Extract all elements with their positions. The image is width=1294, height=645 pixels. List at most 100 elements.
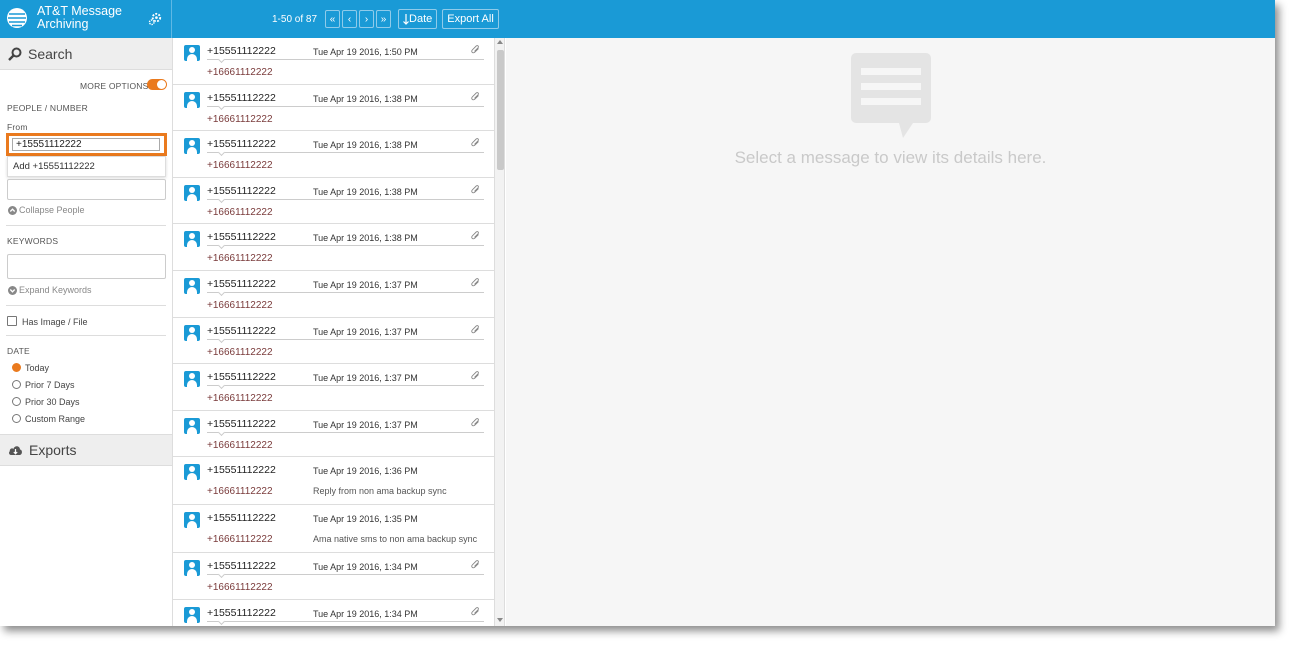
paperclip-icon: [471, 138, 479, 147]
paperclip-icon: [471, 325, 479, 334]
app-window: AT&T Message Archiving 1-50 of 87 « ‹ › …: [0, 0, 1275, 626]
message-date: Tue Apr 19 2016, 1:50 PM: [313, 47, 418, 57]
divider: [6, 335, 166, 336]
message-divider: [207, 432, 484, 433]
next-page-button[interactable]: ›: [359, 10, 375, 28]
message-divider: [207, 152, 484, 153]
people-label: PEOPLE / NUMBER: [7, 103, 88, 113]
pager: 1-50 of 87 « ‹ › » Date Export All: [272, 0, 499, 38]
scroll-thumb[interactable]: [497, 50, 504, 170]
contact-avatar-icon: [184, 418, 200, 434]
message-row[interactable]: +15551112222 Tue Apr 19 2016, 1:50 PM +166…: [173, 38, 494, 85]
exports-title: Exports: [29, 442, 77, 458]
sort-date-label: Date: [409, 13, 433, 25]
message-row[interactable]: +15551112222 Tue Apr 19 2016, 1:37 PM +166…: [173, 364, 494, 411]
first-page-button[interactable]: «: [325, 10, 341, 28]
expand-keywords-link[interactable]: Expand Keywords: [8, 285, 92, 295]
message-date: Tue Apr 19 2016, 1:37 PM: [313, 373, 418, 383]
gear-icon[interactable]: [148, 11, 163, 26]
from-input-wrapper: +15551112222: [6, 133, 167, 156]
contact-avatar-icon: [184, 512, 200, 528]
message-from: +15551112222: [207, 92, 276, 104]
message-divider: [207, 621, 484, 622]
export-all-button[interactable]: Export All: [442, 9, 499, 29]
bubble-notch: [217, 617, 226, 626]
has-file-label: Has Image / File: [22, 317, 88, 327]
contact-avatar-icon: [184, 607, 200, 623]
more-options-toggle[interactable]: [147, 79, 167, 90]
message-to: +16661112222: [207, 160, 273, 171]
message-date: Tue Apr 19 2016, 1:37 PM: [313, 280, 418, 290]
search-title: Search: [28, 45, 73, 62]
last-page-button[interactable]: »: [376, 10, 392, 28]
bubble-notch: [217, 428, 226, 437]
message-row[interactable]: +15551112222 Tue Apr 19 2016, 1:38 PM +166…: [173, 178, 494, 224]
paperclip-icon: [471, 45, 479, 54]
message-row[interactable]: +15551112222 Tue Apr 19 2016, 1:37 PM +166…: [173, 271, 494, 318]
keywords-input[interactable]: [7, 254, 166, 279]
message-date: Tue Apr 19 2016, 1:37 PM: [313, 420, 418, 430]
message-row[interactable]: +15551112222 Tue Apr 19 2016, 1:34 PM +166…: [173, 553, 494, 600]
message-date: Tue Apr 19 2016, 1:34 PM: [313, 609, 418, 619]
from-input[interactable]: +15551112222: [12, 138, 160, 151]
date-7days-radio[interactable]: [12, 380, 21, 389]
contact-avatar-icon: [184, 138, 200, 154]
message-rows: +15551112222 Tue Apr 19 2016, 1:50 PM +166…: [173, 38, 504, 626]
divider: [6, 305, 166, 306]
exports-section-header[interactable]: Exports: [0, 434, 172, 466]
message-from: +15551112222: [207, 512, 276, 524]
cloud-download-icon: [9, 446, 22, 455]
message-to: +16661112222: [207, 207, 273, 218]
message-row[interactable]: +15551112222 Tue Apr 19 2016, 1:37 PM +166…: [173, 318, 494, 364]
keywords-label: KEYWORDS: [7, 236, 59, 246]
bubble-notch: [217, 148, 226, 157]
paperclip-icon: [471, 92, 479, 101]
add-suggestion[interactable]: Add +15551112222: [13, 161, 95, 172]
collapse-people-link[interactable]: Collapse People: [8, 205, 85, 215]
message-to: +16661112222: [207, 347, 273, 358]
date-30days-radio[interactable]: [12, 397, 21, 406]
brand: AT&T Message Archiving: [0, 0, 172, 38]
message-to: +16661112222: [207, 393, 273, 404]
date-custom-radio[interactable]: [12, 414, 21, 423]
message-divider: [207, 339, 484, 340]
top-bar: AT&T Message Archiving 1-50 of 87 « ‹ › …: [0, 0, 1275, 38]
message-row[interactable]: +15551112222 Tue Apr 19 2016, 1:36 PM +166…: [173, 457, 494, 505]
contact-avatar-icon: [184, 185, 200, 201]
to-input[interactable]: [7, 179, 166, 200]
contact-avatar-icon: [184, 371, 200, 387]
message-from: +15551112222: [207, 464, 276, 476]
message-preview: Ama native sms to non ama backup sync: [313, 534, 478, 544]
message-date: Tue Apr 19 2016, 1:38 PM: [313, 140, 418, 150]
detail-hint: Select a message to view its details her…: [734, 148, 1047, 167]
message-row[interactable]: +15551112222 Tue Apr 19 2016, 1:38 PM +166…: [173, 85, 494, 131]
bubble-notch: [217, 288, 226, 297]
message-from: +15551112222: [207, 325, 276, 337]
message-to: +16661112222: [207, 440, 273, 451]
bubble-notch: [217, 335, 226, 344]
prev-page-button[interactable]: ‹: [342, 10, 358, 28]
message-divider: [207, 385, 484, 386]
date-today-radio[interactable]: [12, 363, 21, 372]
message-row[interactable]: +15551112222 Tue Apr 19 2016, 1:35 PM +166…: [173, 505, 494, 553]
message-to: +16661112222: [207, 300, 273, 311]
message-date: Tue Apr 19 2016, 1:38 PM: [313, 94, 418, 104]
has-file-checkbox[interactable]: [7, 316, 17, 326]
message-from: +15551112222: [207, 418, 276, 430]
message-divider: [207, 59, 484, 60]
scroll-up-arrow[interactable]: [497, 40, 503, 44]
message-row[interactable]: +15551112222 Tue Apr 19 2016, 1:34 PM: [173, 600, 494, 626]
search-icon: [8, 47, 22, 61]
message-to: +16661112222: [207, 534, 273, 545]
message-date: Tue Apr 19 2016, 1:38 PM: [313, 187, 418, 197]
list-scrollbar[interactable]: [494, 38, 504, 626]
message-row[interactable]: +15551112222 Tue Apr 19 2016, 1:37 PM +166…: [173, 411, 494, 457]
message-row[interactable]: +15551112222 Tue Apr 19 2016, 1:38 PM +166…: [173, 131, 494, 178]
scroll-down-arrow[interactable]: [497, 618, 503, 622]
search-section-header[interactable]: Search: [0, 38, 172, 70]
message-to: +16661112222: [207, 253, 273, 264]
message-row[interactable]: +15551112222 Tue Apr 19 2016, 1:38 PM +166…: [173, 224, 494, 271]
date-30days-label: Prior 30 Days: [25, 397, 80, 407]
message-from: +15551112222: [207, 231, 276, 243]
sort-date-button[interactable]: Date: [398, 9, 438, 29]
